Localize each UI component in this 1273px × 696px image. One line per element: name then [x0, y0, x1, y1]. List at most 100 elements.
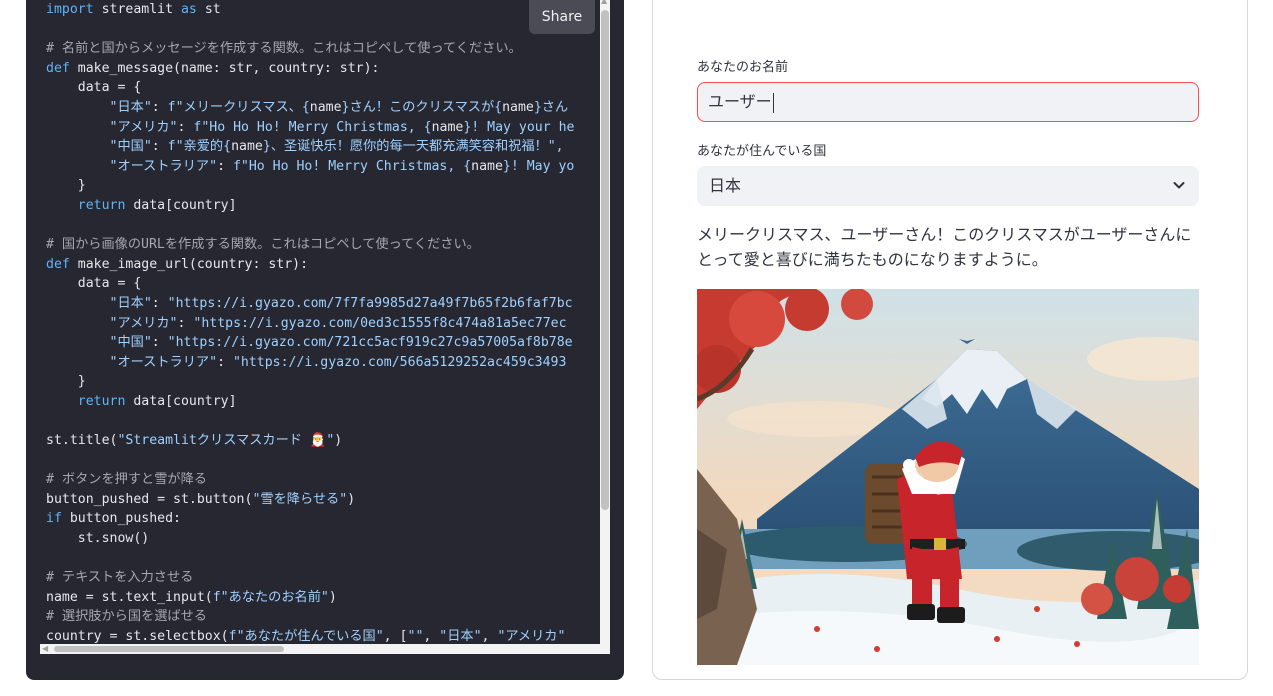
app-preview: あなたのお名前 ユーザー あなたが住んでいる国 日本 メリークリスマス、ユーザー…: [652, 0, 1248, 680]
code-line: "日本": f"メリークリスマス、{name}さん！このクリスマスが{name}…: [46, 98, 575, 118]
code-token: "アメリカ": [46, 315, 178, 331]
horizontal-scrollbar[interactable]: ◀: [40, 644, 610, 654]
code-token: "https://i.gyazo.com/566a5129252ac459c34…: [232, 354, 567, 370]
code-line: def make_image_url(country: str):: [46, 255, 575, 275]
code-token: f"あなたが住んでいる国": [228, 629, 384, 644]
code-line: }: [46, 176, 575, 196]
code-token: "中国": [46, 139, 152, 155]
code-line: "アメリカ": f"Ho Ho Ho! Merry Christmas, {na…: [46, 118, 575, 138]
code-line: def make_message(name: str, country: str…: [46, 59, 575, 79]
share-button[interactable]: Share: [529, 0, 595, 34]
scroll-left-arrow-icon[interactable]: ◀: [42, 644, 48, 654]
code-token: "中国": [46, 335, 152, 351]
code-token: def: [46, 256, 70, 272]
code-token: data[country]: [125, 197, 237, 213]
code-token: }! May yo: [502, 158, 575, 174]
country-select-value: 日本: [709, 176, 742, 195]
code-token: data[country]: [125, 393, 237, 409]
code-token: name: [471, 158, 503, 174]
code-token: "日本": [46, 295, 152, 311]
code-token: :: [151, 295, 168, 311]
code-area[interactable]: import streamlit as st # 名前と国からメッセージを作成す…: [26, 0, 598, 652]
text-caret: [772, 92, 774, 113]
code-token: "オーストラリア": [46, 354, 218, 370]
horizontal-scrollbar-thumb[interactable]: [54, 646, 284, 652]
code-token: return: [46, 393, 126, 409]
code-token: name = st.text_input(: [46, 589, 213, 605]
code-line: "オーストラリア": f"Ho Ho Ho! Merry Christmas, …: [46, 157, 575, 177]
code-token: :: [177, 119, 194, 135]
code-line: "日本": "https://i.gyazo.com/7f7fa9985d27a…: [46, 294, 575, 314]
scroll-up-arrow-icon[interactable]: ▲: [601, 0, 607, 6]
code-token: "https://i.gyazo.com/7f7fa9985d27a49f7b6…: [167, 295, 573, 311]
country-select[interactable]: 日本: [697, 166, 1199, 206]
code-token: f"あなたのお名前": [212, 589, 329, 605]
code-token: # ボタンを押すと雪が降る: [46, 472, 207, 488]
code-token: "日本": [46, 99, 152, 115]
code-token: import: [46, 2, 94, 17]
code-token: button_pushed = st.button(: [46, 491, 253, 507]
name-input-value: ユーザー: [708, 92, 772, 111]
code-token: :: [151, 139, 168, 155]
code-token: f"Ho Ho Ho! Merry Christmas, {: [232, 158, 472, 174]
code-line: "アメリカ": "https://i.gyazo.com/0ed3c1555f8…: [46, 314, 575, 334]
code-token: if: [46, 511, 62, 527]
code-line: if button_pushed:: [46, 509, 575, 529]
code-token: "アメリカ": [497, 629, 566, 644]
code-token: :: [177, 315, 194, 331]
code-editor: import streamlit as st # 名前と国からメッセージを作成す…: [26, 0, 624, 680]
code-token: st: [196, 2, 221, 17]
code-line: "中国": "https://i.gyazo.com/721cc5acf919c…: [46, 333, 575, 353]
code-token: ): [334, 433, 343, 449]
code-token: }! May your he: [463, 119, 575, 135]
code-line: name = st.text_input(f"あなたのお名前"): [46, 588, 575, 608]
code-token: # 選択肢から国を選ばせる: [46, 609, 207, 625]
christmas-message: メリークリスマス、ユーザーさん！このクリスマスがユーザーさんにとって愛と喜びに満…: [697, 225, 1192, 269]
code-token: "https://i.gyazo.com/0ed3c1555f8c474a81a…: [193, 315, 567, 331]
code-line: data = {: [46, 274, 575, 294]
code-token: st.snow(): [46, 531, 150, 547]
code-token: (country: str):: [188, 256, 309, 272]
country-label: あなたが住んでいる国: [697, 144, 827, 159]
code-line: # 国から画像のURLを作成する関数。これはコピペして使ってください。: [46, 235, 575, 255]
vertical-scrollbar[interactable]: ▲: [600, 0, 610, 652]
code-token: "https://i.gyazo.com/721cc5acf919c27c9a5…: [167, 335, 573, 351]
code-token: :: [151, 99, 168, 115]
code-token: "日本": [439, 629, 482, 644]
code-line: st.title("Streamlitクリスマスカード 🎅"): [46, 431, 575, 451]
code-token: streamlit: [93, 2, 181, 17]
code-token: # テキストを入力させる: [46, 570, 194, 586]
code-token: name: [231, 139, 263, 155]
name-input[interactable]: ユーザー: [697, 82, 1199, 122]
code-line: import streamlit as st: [46, 0, 575, 20]
code-token: # 名前と国からメッセージを作成する関数。これはコピペして使ってください。: [46, 41, 522, 57]
code-token: country = st.selectbox(: [46, 629, 229, 644]
code-token: as: [180, 2, 197, 17]
code-token: ,: [423, 629, 440, 644]
code-line: }: [46, 372, 575, 392]
name-label: あなたのお名前: [697, 60, 789, 75]
code-token: ): [347, 491, 356, 507]
code-token: }さん: [533, 99, 569, 115]
code-token: "": [407, 629, 424, 644]
code-token: (name: str, country: str):: [173, 60, 380, 76]
code-token: make_image_url: [69, 256, 189, 272]
christmas-card-image: [697, 289, 1199, 665]
code-token: }、圣诞快乐！愿你的每一天都充满笑容和祝福！",: [262, 139, 564, 155]
code-token: def: [46, 60, 70, 76]
code-token: :: [151, 335, 168, 351]
code-token: name: [502, 99, 534, 115]
code-token: button_pushed:: [61, 511, 181, 527]
vertical-scrollbar-thumb[interactable]: [601, 10, 609, 510]
code-token: ): [328, 589, 337, 605]
code-token: :: [217, 354, 233, 370]
code-line: # 名前と国からメッセージを作成する関数。これはコピペして使ってください。: [46, 39, 575, 59]
code-line: st.snow(): [46, 529, 575, 549]
code-token: st.title(: [46, 433, 118, 449]
code-token: data = {: [46, 80, 142, 96]
